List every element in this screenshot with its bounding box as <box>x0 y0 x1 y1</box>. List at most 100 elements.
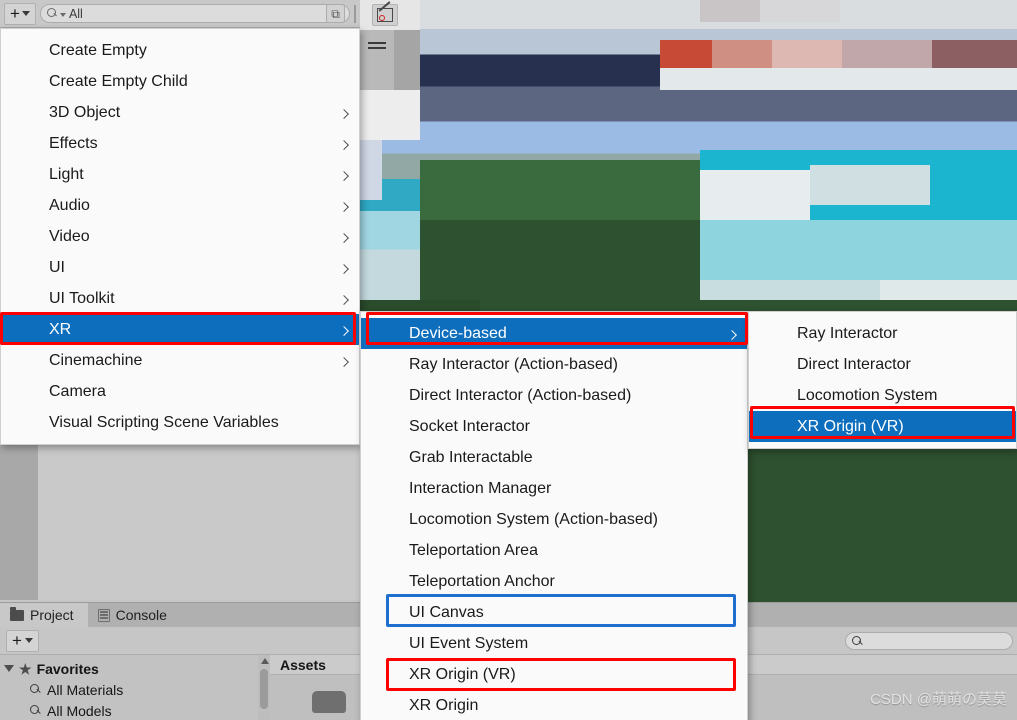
menu-item-3d-object[interactable]: 3D Object <box>1 97 359 128</box>
menu-item-camera[interactable]: Camera <box>1 376 359 407</box>
project-favorites-tree: ★ Favorites All Materials All Models <box>0 655 270 720</box>
menu-item-ray-interactor[interactable]: Ray Interactor <box>749 318 1016 349</box>
menu-item-label: UI <box>49 258 65 276</box>
menu-item-effects[interactable]: Effects <box>1 128 359 159</box>
tree-item-all-materials[interactable]: All Materials <box>0 679 270 700</box>
menu-item-locomotion-system-action-based[interactable]: Locomotion System (Action-based) <box>361 504 747 535</box>
menu-item-ui-canvas[interactable]: UI Canvas <box>361 597 747 628</box>
gizmo-icon <box>377 8 393 22</box>
menu-item-label: Video <box>49 227 90 245</box>
menu-item-label: Locomotion System (Action-based) <box>409 510 658 528</box>
tab-project-label: Project <box>30 607 74 623</box>
menu-item-label: Interaction Manager <box>409 479 552 497</box>
device-based-submenu: Ray Interactor Direct Interactor Locomotio… <box>748 311 1017 449</box>
menu-item-label: Ray Interactor <box>797 324 898 342</box>
search-icon <box>30 705 41 716</box>
menu-item-cinemachine[interactable]: Cinemachine <box>1 345 359 376</box>
menu-item-label: Audio <box>49 196 90 214</box>
tree-item-all-models[interactable]: All Models <box>0 700 270 720</box>
menu-item-teleportation-anchor[interactable]: Teleportation Anchor <box>361 566 747 597</box>
menu-item-locomotion-system[interactable]: Locomotion System <box>749 380 1016 411</box>
menu-item-light[interactable]: Light <box>1 159 359 190</box>
menu-item-create-empty[interactable]: Create Empty <box>1 35 359 66</box>
hierarchy-content-area[interactable] <box>38 440 360 600</box>
chevron-right-icon <box>339 263 349 274</box>
menu-item-label: Ray Interactor (Action-based) <box>409 355 618 373</box>
menu-item-video[interactable]: Video <box>1 221 359 252</box>
project-tree-scrollbar[interactable] <box>258 655 270 720</box>
menu-item-label: Direct Interactor (Action-based) <box>409 386 632 404</box>
chevron-right-icon <box>339 294 349 305</box>
menu-item-label: XR Origin <box>409 696 479 714</box>
menu-item-label: XR <box>49 320 72 338</box>
menu-item-label: Create Empty Child <box>49 72 188 90</box>
menu-item-label: Effects <box>49 134 98 152</box>
gizmo-record-dot-icon <box>379 15 385 21</box>
search-filter-chevron-icon[interactable] <box>59 13 66 17</box>
menu-item-label: Teleportation Anchor <box>409 572 555 590</box>
expand-icon: ⧉ <box>331 6 340 21</box>
tab-project[interactable]: Project <box>0 603 88 627</box>
chevron-right-icon <box>339 356 349 367</box>
asset-thumbnail[interactable] <box>312 691 346 713</box>
chevron-right-icon <box>339 325 349 336</box>
menu-item-label: Visual Scripting Scene Variables <box>49 413 279 431</box>
console-icon <box>97 608 110 622</box>
project-search-field[interactable] <box>845 632 1013 650</box>
tree-item-label: Favorites <box>36 660 99 677</box>
menu-item-label: Light <box>49 165 84 183</box>
menu-item-direct-interactor[interactable]: Direct Interactor <box>749 349 1016 380</box>
xr-submenu: Device-based Ray Interactor (Action-based… <box>360 311 748 720</box>
menu-item-label: Direct Interactor <box>797 355 911 373</box>
menu-item-interaction-manager[interactable]: Interaction Manager <box>361 473 747 504</box>
menu-item-xr[interactable]: XR <box>1 314 359 345</box>
search-icon <box>852 635 863 647</box>
scene-gizmo-toggle-button[interactable] <box>372 4 398 26</box>
tab-console[interactable]: Console <box>88 603 181 627</box>
menu-item-label: Camera <box>49 382 106 400</box>
menu-item-xr-origin-vr[interactable]: XR Origin (VR) <box>361 659 747 690</box>
unity-editor-window: + All ⧉ Create Empty Create Empty Child 3D… <box>0 0 1017 720</box>
tree-item-label: All Materials <box>47 681 124 698</box>
menu-item-socket-interactor[interactable]: Socket Interactor <box>361 411 747 442</box>
chevron-down-icon[interactable] <box>4 665 14 672</box>
menu-item-xr-origin[interactable]: XR Origin <box>361 690 747 720</box>
menu-item-label: UI Event System <box>409 634 529 652</box>
chevron-up-icon[interactable] <box>261 658 269 664</box>
hierarchy-toolbar: + All ⧉ <box>0 0 360 28</box>
menu-item-label: XR Origin (VR) <box>409 665 516 683</box>
menu-item-label: Create Empty <box>49 41 147 59</box>
menu-item-label: UI Toolkit <box>49 289 115 307</box>
menu-item-label: 3D Object <box>49 103 121 121</box>
scene-overlay-menu-icon[interactable] <box>368 42 386 52</box>
tree-item-favorites[interactable]: ★ Favorites <box>0 658 270 679</box>
chevron-right-icon <box>727 329 737 340</box>
search-expand-button[interactable]: ⧉ <box>326 4 345 23</box>
project-create-button[interactable]: + <box>6 629 39 652</box>
menu-item-ui-event-system[interactable]: UI Event System <box>361 628 747 659</box>
menu-item-grab-interactable[interactable]: Grab Interactable <box>361 442 747 473</box>
chevron-right-icon <box>339 170 349 181</box>
menu-item-audio[interactable]: Audio <box>1 190 359 221</box>
chevron-down-icon <box>24 638 33 643</box>
tree-item-label: All Models <box>47 702 112 719</box>
scrollbar-thumb[interactable] <box>260 669 268 709</box>
folder-icon <box>10 606 24 621</box>
chevron-down-icon <box>21 11 30 16</box>
menu-item-visual-scripting-scene-variables[interactable]: Visual Scripting Scene Variables <box>1 407 359 438</box>
menu-item-teleportation-area[interactable]: Teleportation Area <box>361 535 747 566</box>
search-icon <box>46 8 58 19</box>
menu-item-ui-toolkit[interactable]: UI Toolkit <box>1 283 359 314</box>
menu-item-create-empty-child[interactable]: Create Empty Child <box>1 66 359 97</box>
menu-item-ui[interactable]: UI <box>1 252 359 283</box>
create-button[interactable]: + <box>4 2 36 25</box>
menu-item-direct-interactor-action-based[interactable]: Direct Interactor (Action-based) <box>361 380 747 411</box>
menu-item-label: Cinemachine <box>49 351 143 369</box>
menu-item-label: Locomotion System <box>797 386 938 404</box>
menu-item-xr-origin-vr[interactable]: XR Origin (VR) <box>749 411 1016 442</box>
menu-item-device-based[interactable]: Device-based <box>361 318 747 349</box>
plus-icon: + <box>12 631 22 650</box>
menu-item-ray-interactor-action-based[interactable]: Ray Interactor (Action-based) <box>361 349 747 380</box>
hierarchy-search-field[interactable]: All ⧉ <box>39 4 350 23</box>
chevron-right-icon <box>339 139 349 150</box>
